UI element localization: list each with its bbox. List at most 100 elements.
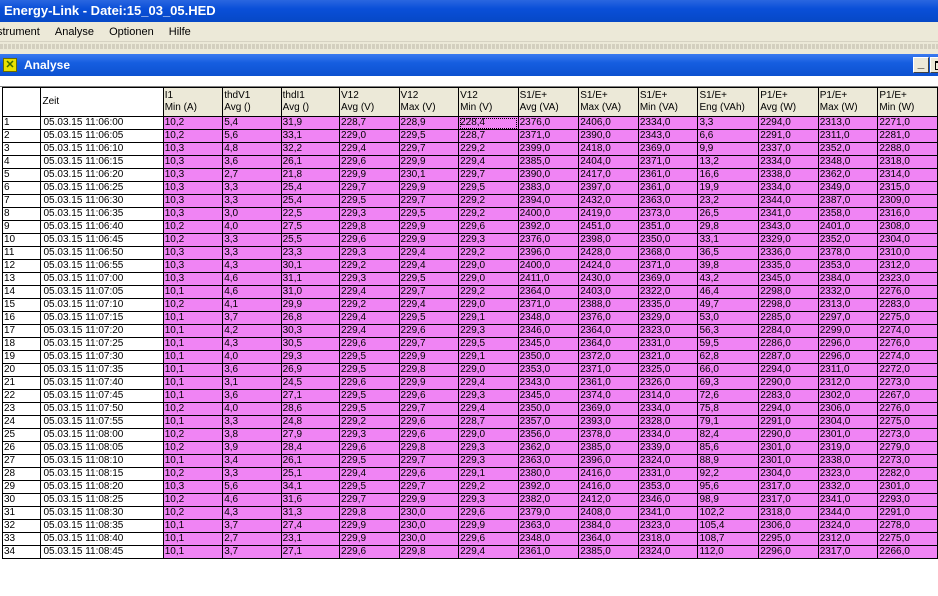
- value-cell[interactable]: 5,6: [222, 480, 282, 494]
- table-row[interactable]: 28 05.03.15 11:08:15 10,2 3,3 25,1 229,4 229,6…: [1, 467, 938, 481]
- value-cell[interactable]: 2364,0: [578, 324, 639, 338]
- value-cell[interactable]: 229,9: [458, 519, 519, 533]
- value-cell[interactable]: 230,0: [398, 506, 460, 520]
- value-cell[interactable]: 2322,0: [637, 285, 699, 299]
- value-cell[interactable]: 2401,0: [817, 220, 879, 234]
- value-cell[interactable]: 32,2: [280, 142, 341, 156]
- value-cell[interactable]: 229,5: [339, 389, 400, 403]
- column-header[interactable]: V12 Min (V): [458, 87, 519, 117]
- value-cell[interactable]: 2286,0: [758, 337, 819, 351]
- value-cell[interactable]: 230,0: [398, 519, 460, 533]
- value-cell[interactable]: 10,2: [162, 467, 224, 481]
- value-cell[interactable]: 229,0: [458, 259, 519, 273]
- value-cell[interactable]: 2364,0: [578, 337, 639, 351]
- value-cell[interactable]: 2296,0: [758, 545, 819, 559]
- value-cell[interactable]: 2376,0: [517, 233, 580, 247]
- value-cell[interactable]: 2451,0: [578, 220, 639, 234]
- value-cell[interactable]: 31,1: [280, 272, 341, 286]
- row-number-cell[interactable]: 13: [1, 272, 42, 286]
- value-cell[interactable]: 2400,0: [517, 259, 580, 273]
- value-cell[interactable]: 2400,0: [517, 207, 580, 221]
- value-cell[interactable]: 229,9: [339, 532, 400, 546]
- value-cell[interactable]: 2398,0: [578, 233, 639, 247]
- value-cell[interactable]: 229,5: [398, 311, 460, 325]
- value-cell[interactable]: 102,2: [697, 506, 760, 520]
- value-cell[interactable]: 2302,0: [817, 389, 879, 403]
- value-cell[interactable]: 2383,0: [517, 181, 580, 195]
- value-cell[interactable]: 2324,0: [637, 454, 699, 468]
- table-row[interactable]: 11 05.03.15 11:06:50 10,3 3,3 23,3 229,3 229,4…: [1, 246, 938, 260]
- value-cell[interactable]: 229,6: [339, 376, 400, 390]
- value-cell[interactable]: 229,4: [398, 298, 460, 312]
- value-cell[interactable]: 2399,0: [517, 142, 580, 156]
- value-cell[interactable]: 2396,0: [578, 454, 639, 468]
- value-cell[interactable]: 30,3: [280, 324, 341, 338]
- value-cell[interactable]: 10,2: [162, 402, 224, 416]
- value-cell[interactable]: 2283,0: [877, 298, 938, 312]
- value-cell[interactable]: 230,1: [398, 168, 460, 182]
- value-cell[interactable]: 229,9: [398, 493, 460, 507]
- row-number-cell[interactable]: 9: [1, 220, 42, 234]
- value-cell[interactable]: 3,3: [222, 467, 282, 481]
- value-cell[interactable]: 229,3: [339, 207, 400, 221]
- value-cell[interactable]: 229,1: [458, 311, 519, 325]
- value-cell[interactable]: 2353,0: [517, 363, 580, 377]
- value-cell[interactable]: 2382,0: [517, 493, 580, 507]
- value-cell[interactable]: 2345,0: [517, 337, 580, 351]
- time-cell[interactable]: 05.03.15 11:08:00: [40, 428, 164, 442]
- table-row[interactable]: 14 05.03.15 11:07:05 10,1 4,6 31,0 229,4 229,7…: [1, 285, 938, 299]
- time-cell[interactable]: 05.03.15 11:06:25: [40, 181, 164, 195]
- value-cell[interactable]: 72,6: [697, 389, 760, 403]
- value-cell[interactable]: 92,2: [697, 467, 760, 481]
- value-cell[interactable]: 2363,0: [637, 194, 699, 208]
- value-cell[interactable]: 2312,0: [877, 259, 938, 273]
- value-cell[interactable]: 228,4: [458, 116, 519, 130]
- time-cell[interactable]: 05.03.15 11:06:40: [40, 220, 164, 234]
- value-cell[interactable]: 4,6: [222, 272, 282, 286]
- value-cell[interactable]: 228,7: [458, 129, 519, 143]
- value-cell[interactable]: 9,9: [697, 142, 760, 156]
- value-cell[interactable]: 25,5: [280, 233, 341, 247]
- value-cell[interactable]: 16,6: [697, 168, 760, 182]
- value-cell[interactable]: 2,7: [222, 532, 282, 546]
- table-row[interactable]: 13 05.03.15 11:07:00 10,3 4,6 31,1 229,3 229,5…: [1, 272, 938, 286]
- value-cell[interactable]: 29,9: [280, 298, 341, 312]
- value-cell[interactable]: 4,6: [222, 493, 282, 507]
- value-cell[interactable]: 10,3: [162, 272, 224, 286]
- value-cell[interactable]: 2301,0: [758, 441, 819, 455]
- value-cell[interactable]: 27,4: [280, 519, 341, 533]
- value-cell[interactable]: 229,2: [458, 246, 519, 260]
- value-cell[interactable]: 229,6: [398, 428, 460, 442]
- value-cell[interactable]: 229,0: [458, 272, 519, 286]
- value-cell[interactable]: 25,4: [280, 181, 341, 195]
- value-cell[interactable]: 69,3: [697, 376, 760, 390]
- column-header[interactable]: I1 Min (A): [162, 87, 224, 117]
- value-cell[interactable]: 28,6: [280, 402, 341, 416]
- value-cell[interactable]: 108,7: [697, 532, 760, 546]
- value-cell[interactable]: 26,5: [697, 207, 760, 221]
- value-cell[interactable]: 229,2: [458, 194, 519, 208]
- row-number-cell[interactable]: 6: [1, 181, 42, 195]
- value-cell[interactable]: 29,8: [697, 220, 760, 234]
- value-cell[interactable]: 2321,0: [637, 350, 699, 364]
- value-cell[interactable]: 4,3: [222, 259, 282, 273]
- value-cell[interactable]: 229,6: [398, 324, 460, 338]
- value-cell[interactable]: 2288,0: [877, 142, 938, 156]
- row-number-cell[interactable]: 12: [1, 259, 42, 273]
- time-cell[interactable]: 05.03.15 11:07:40: [40, 376, 164, 390]
- value-cell[interactable]: 2287,0: [758, 350, 819, 364]
- value-cell[interactable]: 2298,0: [758, 285, 819, 299]
- value-cell[interactable]: 10,3: [162, 480, 224, 494]
- value-cell[interactable]: 2318,0: [758, 506, 819, 520]
- table-row[interactable]: 18 05.03.15 11:07:25 10,1 4,3 30,5 229,6 229,7…: [1, 337, 938, 351]
- value-cell[interactable]: 229,3: [458, 324, 519, 338]
- value-cell[interactable]: 10,1: [162, 454, 224, 468]
- value-cell[interactable]: 2306,0: [758, 519, 819, 533]
- value-cell[interactable]: 2358,0: [817, 207, 879, 221]
- table-row[interactable]: 15 05.03.15 11:07:10 10,2 4,1 29,9 229,2 229,4…: [1, 298, 938, 312]
- column-header[interactable]: S1/E+ Eng (VAh): [697, 87, 760, 117]
- value-cell[interactable]: 2416,0: [578, 480, 639, 494]
- value-cell[interactable]: 229,2: [458, 142, 519, 156]
- value-cell[interactable]: 4,2: [222, 324, 282, 338]
- value-cell[interactable]: 2283,0: [758, 389, 819, 403]
